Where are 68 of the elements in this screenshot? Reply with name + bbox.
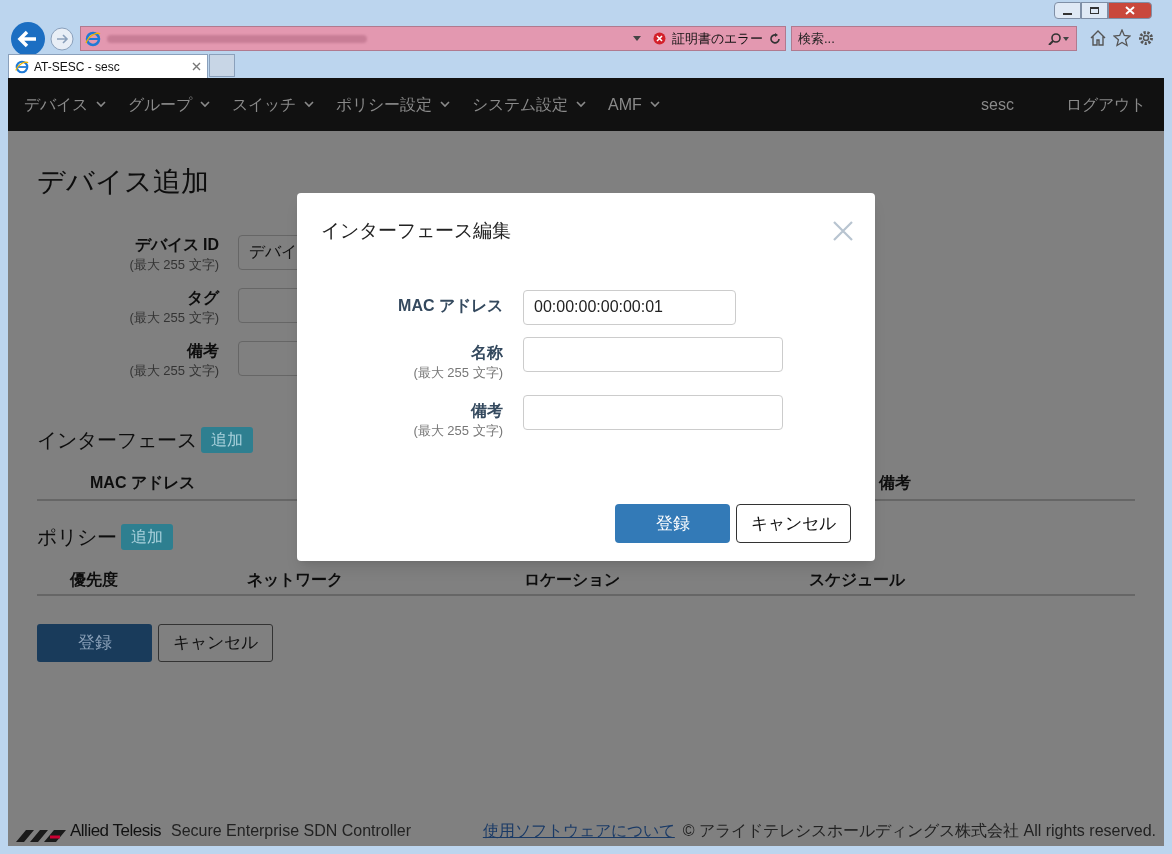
- close-icon[interactable]: [192, 62, 201, 71]
- dialog-title: インターフェース編集: [321, 219, 511, 243]
- company-name: Allied Telesis: [70, 819, 161, 842]
- field-hint: (最大 255 文字): [413, 421, 503, 440]
- certificate-error-label[interactable]: 証明書のエラー: [672, 28, 763, 49]
- maximize-button[interactable]: [1081, 2, 1108, 19]
- copyright-text: © アライドテレシスホールディングス株式会社 All rights reserved.: [682, 821, 1156, 841]
- column-header: ネットワーク: [247, 570, 343, 590]
- chevron-down-icon: [440, 101, 450, 108]
- back-icon[interactable]: [10, 21, 46, 57]
- chevron-down-icon: [200, 101, 210, 108]
- field-hint: (最大 255 文字): [129, 309, 219, 327]
- text-field[interactable]: 00:00:00:00:00:01: [523, 289, 736, 325]
- nav-menu-item[interactable]: デバイス: [24, 92, 106, 117]
- logout-link[interactable]: ログアウト: [1066, 92, 1146, 117]
- column-header: 備考: [879, 473, 911, 493]
- page-title: デバイス追加: [37, 165, 210, 199]
- field-label: 名称: [471, 342, 503, 363]
- user-name[interactable]: sesc: [981, 92, 1014, 117]
- close-icon: [1125, 6, 1135, 15]
- dropdown-icon[interactable]: [633, 36, 641, 41]
- browser-tab[interactable]: AT-SESC - sesc: [8, 54, 208, 78]
- browser-logo-icon: [85, 30, 101, 47]
- column-header: 優先度: [70, 570, 118, 590]
- chevron-down-icon: [304, 101, 314, 108]
- nav-menu-item[interactable]: スイッチ: [232, 92, 314, 117]
- column-header: スケジュール: [809, 570, 905, 590]
- field-label: デバイス ID: [134, 235, 219, 255]
- submit-button[interactable]: 登録: [615, 504, 730, 543]
- field-label: 備考: [187, 341, 219, 361]
- chevron-down-icon: [576, 101, 586, 108]
- browser-logo-icon: [15, 59, 29, 74]
- field-hint: (最大 255 文字): [129, 256, 219, 274]
- chevron-down-icon: [649, 101, 660, 108]
- company-logo-icon: [16, 829, 66, 843]
- star-icon[interactable]: [1113, 29, 1131, 47]
- software-link[interactable]: 使用ソフトウェアについて: [482, 819, 675, 843]
- field-hint: (最大 255 文字): [129, 362, 219, 380]
- error-icon: [653, 32, 666, 45]
- field-label: MAC アドレス: [398, 295, 503, 316]
- settings-icon[interactable]: [1137, 29, 1155, 47]
- column-header: MAC アドレス: [90, 473, 195, 493]
- add-button[interactable]: 追加: [121, 524, 173, 550]
- nav-menu-item[interactable]: システム設定: [472, 92, 586, 117]
- minimize-button[interactable]: [1054, 2, 1081, 19]
- nav-menu-item[interactable]: ポリシー設定: [336, 92, 450, 117]
- field-label: タグ: [187, 288, 219, 308]
- home-icon[interactable]: [1089, 29, 1107, 47]
- section-heading: ポリシー: [37, 525, 117, 550]
- cancel-button[interactable]: キャンセル: [158, 624, 273, 662]
- column-header: ロケーション: [524, 570, 620, 590]
- section-heading: インターフェース: [37, 428, 197, 453]
- nav-menu-item[interactable]: グループ: [128, 92, 210, 117]
- text-field[interactable]: [523, 394, 783, 430]
- refresh-icon[interactable]: [769, 32, 781, 45]
- field-hint: (最大 255 文字): [413, 363, 503, 382]
- submit-button[interactable]: 登録: [37, 624, 152, 662]
- cancel-button[interactable]: キャンセル: [736, 504, 851, 543]
- close-button[interactable]: [1108, 2, 1152, 19]
- text-field[interactable]: [523, 336, 783, 372]
- search-field[interactable]: 検索...: [791, 26, 1077, 51]
- address-bar[interactable]: 証明書のエラー: [80, 26, 786, 51]
- add-button[interactable]: 追加: [201, 427, 253, 453]
- field-label: 備考: [471, 400, 503, 421]
- search-icon[interactable]: [1048, 32, 1070, 45]
- nav-menu-item[interactable]: AMF: [608, 92, 660, 117]
- product-name: Secure Enterprise SDN Controller: [170, 821, 412, 841]
- chevron-down-icon: [96, 101, 106, 108]
